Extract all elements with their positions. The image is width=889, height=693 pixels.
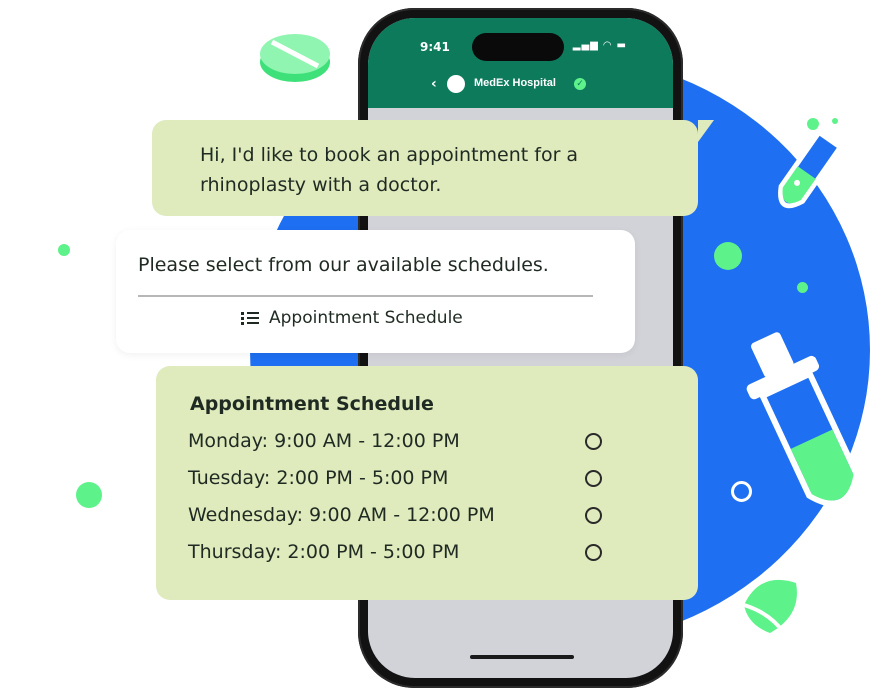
radio-button[interactable]	[585, 544, 602, 561]
decor-leaf	[743, 579, 797, 635]
schedule-option[interactable]: Wednesday: 9:00 AM - 12:00 PM	[188, 504, 658, 534]
schedule-title: Appointment Schedule	[190, 393, 434, 415]
user-message-bubble: Hi, I'd like to book an appointment for …	[152, 120, 714, 216]
bot-message-bubble: Please select from our available schedul…	[116, 230, 635, 353]
schedule-card: Appointment Schedule Monday: 9:00 AM - 1…	[156, 366, 698, 600]
list-icon	[241, 311, 259, 325]
schedule-option-label: Tuesday: 2:00 PM - 5:00 PM	[188, 467, 449, 489]
chevron-left-icon[interactable]: ‹	[431, 76, 437, 92]
chat-title: MedEx Hospital	[474, 77, 556, 89]
decor-dot	[797, 282, 808, 293]
signal-icon: ▂▄▆	[572, 40, 599, 51]
test-tube-icon	[778, 121, 849, 209]
status-time: 9:41	[420, 40, 450, 54]
chat-header: 9:41 ▂▄▆ ◠ ▬ ‹ MedEx Hospital ✓	[368, 18, 673, 108]
decor-dot	[714, 242, 742, 270]
appointment-schedule-button-label: Appointment Schedule	[269, 308, 463, 328]
wifi-icon: ◠	[603, 40, 613, 51]
radio-button[interactable]	[585, 470, 602, 487]
bot-message-text: Please select from our available schedul…	[138, 254, 549, 276]
dropper-icon	[746, 332, 860, 507]
radio-button[interactable]	[585, 433, 602, 450]
decor-ring	[722, 76, 750, 104]
schedule-option[interactable]: Monday: 9:00 AM - 12:00 PM	[188, 430, 658, 460]
home-indicator	[470, 655, 574, 659]
radio-button[interactable]	[585, 507, 602, 524]
dynamic-island	[472, 33, 564, 61]
divider	[138, 295, 593, 297]
schedule-option-label: Thursday: 2:00 PM - 5:00 PM	[188, 541, 460, 563]
battery-icon: ▬	[616, 40, 627, 51]
status-icons: ▂▄▆ ◠ ▬	[573, 40, 627, 51]
pill-icon	[260, 34, 330, 82]
schedule-option[interactable]: Tuesday: 2:00 PM - 5:00 PM	[188, 467, 658, 497]
user-message-text: Hi, I'd like to book an appointment for …	[200, 144, 579, 196]
schedule-option-label: Monday: 9:00 AM - 12:00 PM	[188, 430, 460, 452]
appointment-schedule-button[interactable]: Appointment Schedule	[241, 308, 463, 328]
verified-check-icon: ✓	[574, 78, 586, 90]
bubble-tail	[698, 120, 714, 142]
decor-dot	[58, 244, 70, 256]
avatar	[447, 75, 465, 93]
decor-dot	[76, 482, 102, 508]
schedule-option-label: Wednesday: 9:00 AM - 12:00 PM	[188, 504, 495, 526]
schedule-option[interactable]: Thursday: 2:00 PM - 5:00 PM	[188, 541, 658, 571]
